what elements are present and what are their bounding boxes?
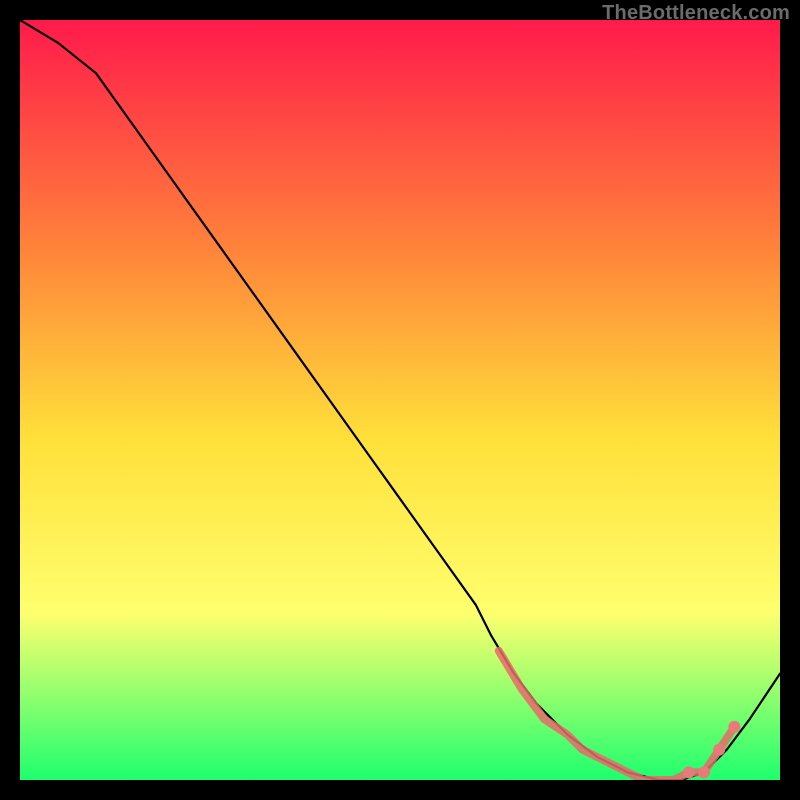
gradient-background: [20, 20, 780, 780]
highlight-dot: [713, 744, 725, 756]
highlight-dot: [683, 766, 695, 778]
highlight-dot: [728, 721, 740, 733]
bottleneck-chart: [20, 20, 780, 780]
highlight-dot: [698, 766, 710, 778]
chart-frame: TheBottleneck.com: [0, 0, 800, 800]
